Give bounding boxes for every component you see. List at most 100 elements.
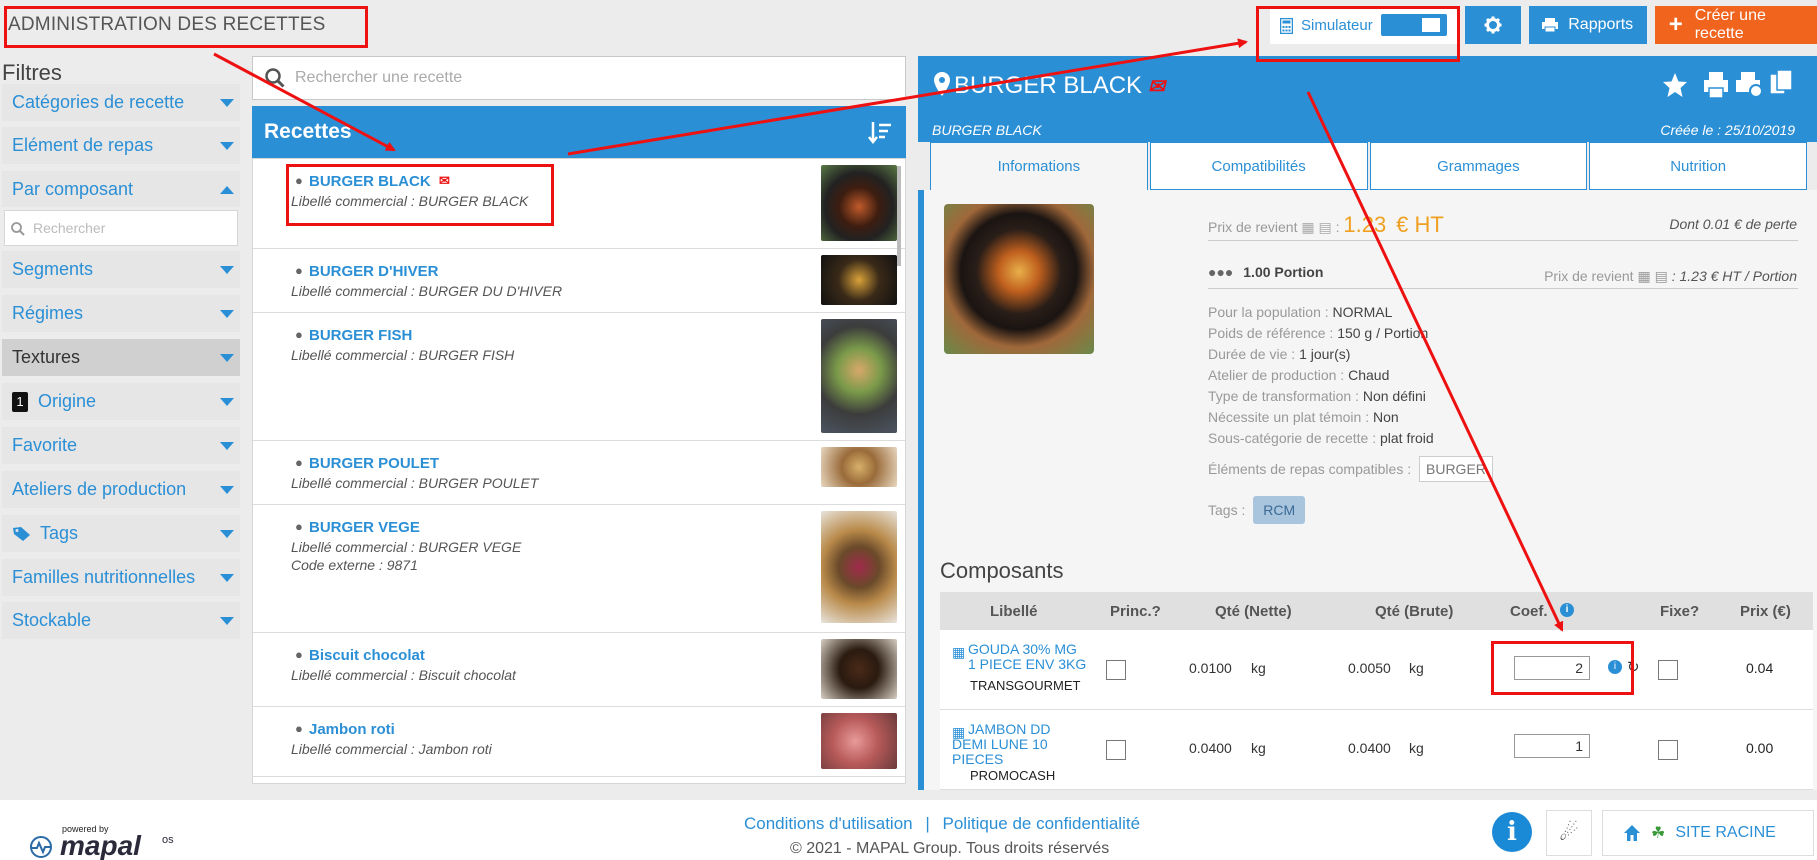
component-supplier: TRANSGOURMET	[970, 678, 1081, 693]
filter-recipe-categories[interactable]: Catégories de recette	[2, 84, 240, 121]
book-icon: ▤	[1654, 268, 1668, 284]
recipe-created-date: Créée le : 25/10/2019	[1660, 122, 1795, 138]
info-icon[interactable]: i	[1492, 812, 1532, 852]
print-settings-icon[interactable]	[1736, 72, 1764, 103]
princ-checkbox[interactable]	[1106, 660, 1126, 680]
filter-production-workshops[interactable]: Ateliers de production	[2, 471, 240, 508]
recipe-commercial-label: Libellé commercial : BURGER VEGE	[291, 539, 522, 555]
print-icon[interactable]	[1704, 72, 1728, 103]
printer-icon	[1542, 16, 1559, 34]
recipe-photo	[944, 204, 1094, 354]
home-icon	[1623, 824, 1641, 842]
chevron-down-icon	[220, 574, 234, 582]
tab-informations[interactable]: Informations	[930, 142, 1148, 190]
page: ADMINISTRATION DES RECETTES Simulateur R…	[0, 0, 1817, 860]
recipe-detail-body: Prix de revient ▦ ▤ : 1.23 € HT Dont 0.0…	[918, 190, 1817, 790]
compatible-label: Éléments de repas compatibles :	[1208, 461, 1412, 477]
recipe-item-partial	[253, 777, 905, 784]
announcement-icon[interactable]: ☄	[1546, 810, 1592, 856]
loss-text: Dont 0.01 € de perte	[1669, 216, 1797, 232]
filter-label: Stockable	[12, 610, 92, 630]
list-scrollbar[interactable]	[897, 166, 901, 266]
qty-gross-unit: kg	[1409, 660, 1424, 676]
recipe-thumbnail	[821, 447, 897, 487]
copy-icon[interactable]	[1769, 69, 1794, 103]
fixed-checkbox[interactable]	[1658, 740, 1678, 760]
filters-title: Filtres	[2, 60, 62, 85]
site-selector-button[interactable]: ☘ SITE RACINE	[1602, 810, 1814, 856]
chevron-down-icon	[220, 617, 234, 625]
filter-label: Origine	[38, 391, 97, 411]
location-pin-icon	[934, 72, 950, 101]
recipe-item-biscuit-chocolat[interactable]: ● Biscuit chocolat Libellé commercial : …	[253, 633, 905, 707]
recipes-list: ● BURGER BLACK ✉ Libellé commercial : BU…	[252, 158, 906, 784]
recipe-name[interactable]: BURGER VEGE	[309, 519, 420, 536]
recipe-detail-title: BURGER BLACK	[954, 72, 1143, 99]
recipe-item-jambon-roti[interactable]: ● Jambon roti Libellé commercial : Jambo…	[253, 707, 905, 777]
princ-checkbox[interactable]	[1106, 740, 1126, 760]
component-name-link[interactable]: JAMBON DD DEMI LUNE 10 PIECES	[952, 722, 1072, 767]
recipe-item-burger-fish[interactable]: ● BURGER FISH Libellé commercial : BURGE…	[253, 313, 905, 441]
recipe-item-burger-poulet[interactable]: ● BURGER POULET Libellé commercial : BUR…	[253, 441, 905, 505]
search-icon	[265, 68, 285, 88]
filter-meal-element[interactable]: Elément de repas	[2, 127, 240, 164]
filter-tags[interactable]: Tags	[2, 515, 240, 552]
filter-textures[interactable]: Textures	[2, 339, 240, 376]
recipe-detail-subtitle: BURGER BLACK	[932, 122, 1042, 138]
coef-input[interactable]: 1	[1514, 734, 1590, 758]
footer-links: Conditions d'utilisation | Politique de …	[744, 814, 1140, 834]
chevron-down-icon	[220, 398, 234, 406]
recipe-commercial-label: Libellé commercial : BURGER FISH	[291, 347, 515, 363]
recipe-name[interactable]: BURGER FISH	[309, 327, 412, 344]
filter-origin[interactable]: 1 Origine	[2, 383, 240, 420]
filter-by-component[interactable]: Par composant	[2, 171, 240, 207]
filter-segments[interactable]: Segments	[2, 251, 240, 288]
create-recipe-label: Créer une recette	[1694, 7, 1766, 42]
recipe-item-burger-hiver[interactable]: ● BURGER D'HIVER Libellé commercial : BU…	[253, 249, 905, 313]
filter-nutrition-families[interactable]: Familles nutritionnelles	[2, 559, 240, 596]
reports-button[interactable]: Rapports	[1528, 6, 1647, 44]
settings-button[interactable]	[1464, 6, 1521, 44]
fixed-checkbox[interactable]	[1658, 660, 1678, 680]
create-recipe-button[interactable]: + Créer une recette	[1654, 6, 1817, 44]
qty-net-unit: kg	[1251, 740, 1266, 756]
recipe-name[interactable]: BURGER D'HIVER	[309, 263, 438, 280]
sort-icon[interactable]	[868, 120, 892, 150]
recipe-thumbnail	[821, 165, 897, 241]
filter-label: Segments	[12, 259, 94, 279]
recipe-name[interactable]: BURGER POULET	[309, 455, 439, 472]
recipe-thumbnail	[821, 783, 897, 784]
info-production-workshop: Atelier de production : Chaud	[1208, 367, 1390, 383]
chevron-down-icon	[220, 442, 234, 450]
star-icon[interactable]	[1662, 72, 1688, 103]
filter-storable[interactable]: Stockable	[2, 602, 240, 639]
tab-grammages[interactable]: Grammages	[1369, 142, 1588, 190]
users-icon: ●●●	[1208, 264, 1234, 280]
filter-favorite[interactable]: Favorite	[2, 427, 240, 464]
tag-chip[interactable]: RCM	[1253, 496, 1306, 524]
price-value: 0.04	[1746, 660, 1774, 676]
filter-component-search[interactable]: Rechercher	[4, 210, 238, 246]
terms-link[interactable]: Conditions d'utilisation	[744, 814, 913, 833]
chevron-down-icon	[220, 266, 234, 274]
qty-net-value: 0.0100	[1189, 660, 1232, 676]
recipe-item-burger-vege[interactable]: ● BURGER VEGE Libellé commercial : BURGE…	[253, 505, 905, 633]
chevron-down-icon	[220, 142, 234, 150]
recipe-search-input[interactable]: Rechercher une recette	[252, 56, 906, 100]
portion-line: ●●● 1.00 Portion	[1208, 264, 1323, 280]
recipes-header: Recettes	[252, 106, 906, 158]
filter-label: Familles nutritionnelles	[12, 567, 196, 587]
chevron-up-icon	[220, 186, 234, 194]
recipe-name[interactable]: Jambon roti	[309, 721, 395, 738]
tab-nutrition[interactable]: Nutrition	[1589, 142, 1807, 190]
component-name-link[interactable]: GOUDA 30% MG 1 PIECE ENV 3KG	[968, 642, 1088, 672]
info-icon[interactable]: i	[1560, 603, 1574, 617]
qty-net-value: 0.0400	[1189, 740, 1232, 756]
info-witness-dish: Nécessite un plat témoin : Non	[1208, 409, 1399, 425]
qty-gross-value: 0.0050	[1348, 660, 1391, 676]
divider	[1208, 240, 1798, 241]
tab-compatibilites[interactable]: Compatibilités	[1149, 142, 1368, 190]
filter-diets[interactable]: Régimes	[2, 295, 240, 332]
recipe-name[interactable]: Biscuit chocolat	[309, 647, 425, 664]
privacy-link[interactable]: Politique de confidentialité	[943, 814, 1141, 833]
